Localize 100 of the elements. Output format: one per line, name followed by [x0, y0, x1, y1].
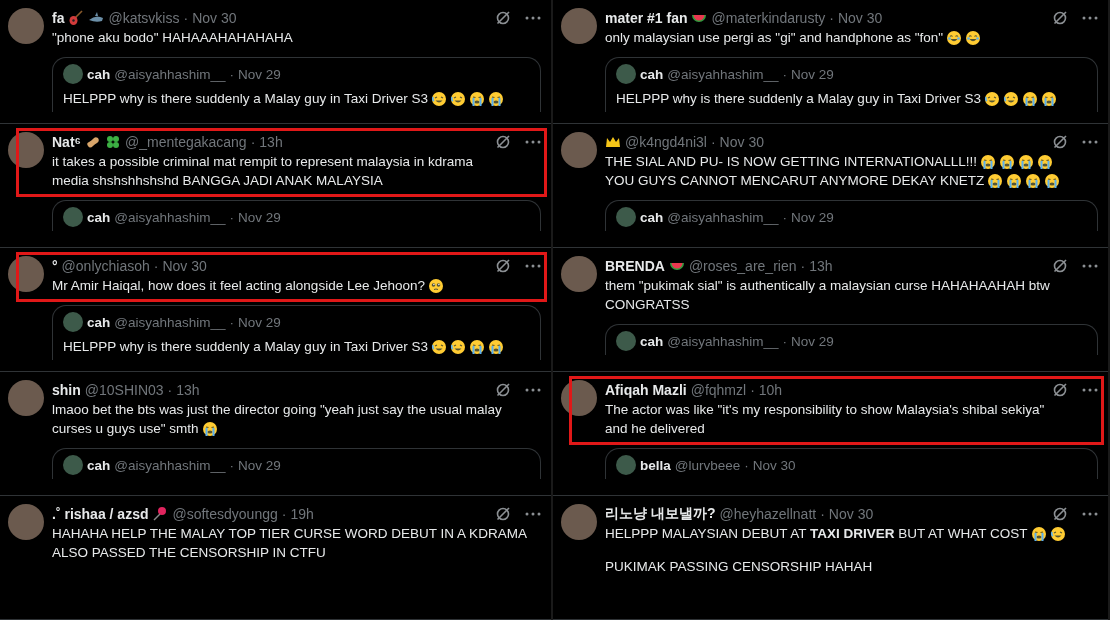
slashed-circle-icon[interactable] [495, 10, 511, 26]
display-name[interactable]: 리노냥 내보낼까? [605, 505, 716, 523]
separator-dot: · [744, 457, 749, 473]
quoted-post-card[interactable]: cah @aisyahhashim__ · Nov 29 HELPPP why is there suddenly a Malay guy in Taxi Driver S3 [52, 57, 541, 112]
avatar-photo[interactable] [8, 504, 44, 540]
slashed-circle-icon[interactable] [495, 134, 511, 150]
slashed-circle-icon[interactable] [1052, 506, 1068, 522]
more-icon[interactable] [525, 388, 541, 392]
post-time: Nov 29 [238, 457, 281, 473]
user-handle[interactable]: @materkindarusty [711, 10, 826, 26]
slashed-circle-icon[interactable] [495, 506, 511, 522]
separator-dot: · [167, 382, 173, 398]
post-time[interactable]: 13h [809, 258, 833, 274]
avatar-photo[interactable] [561, 256, 597, 292]
post-time[interactable]: Nov 30 [162, 258, 207, 274]
user-handle: @aisyahhashim__ [667, 209, 779, 225]
user-handle[interactable]: @katsvkiss [108, 10, 180, 26]
display-name[interactable]: ° [52, 258, 58, 274]
crying-face-icon [468, 338, 485, 355]
more-icon[interactable] [1082, 264, 1098, 268]
avatar-photo[interactable] [561, 8, 597, 44]
quoted-post-card[interactable]: cah @aisyahhashim__ · Nov 29 [52, 200, 541, 231]
display-name: cah [640, 333, 664, 349]
user-handle[interactable]: @10SHIN03 [84, 382, 164, 398]
quoted-post-card[interactable]: cah @aisyahhashim__ · Nov 29 [52, 448, 541, 479]
more-icon[interactable] [1082, 140, 1098, 144]
user-handle[interactable]: @softesdyoungg [172, 506, 278, 522]
crying-face-icon [1021, 90, 1038, 107]
laughing-face-icon [965, 29, 982, 46]
post-time[interactable]: Nov 30 [837, 10, 883, 26]
quoted-post-card[interactable]: cah @aisyahhashim__ · Nov 29 [605, 324, 1098, 355]
avatar-photo [616, 64, 636, 84]
more-icon[interactable] [525, 16, 541, 20]
crying-face-icon [1040, 90, 1057, 107]
separator-dot: · [800, 258, 806, 274]
crying-face-icon [987, 172, 1004, 189]
slashed-circle-icon[interactable] [495, 382, 511, 398]
pushpin-icon [152, 506, 169, 522]
quoted-post-card[interactable]: bella @lurvbeee · Nov 30 [605, 448, 1098, 479]
avatar-photo[interactable] [561, 132, 597, 168]
post-text: it takes a possible criminal mat rempit to represent malaysia in kdrama [52, 153, 473, 171]
separator-dot: · [281, 506, 287, 522]
post-time[interactable]: 13h [176, 382, 200, 398]
guitar-icon [68, 10, 85, 26]
display-name[interactable]: .˚ rishaa / azsd [52, 506, 149, 522]
crying-face-icon [1018, 153, 1035, 170]
display-name[interactable]: BRENDA [605, 258, 665, 274]
quoted-post-card[interactable]: cah @aisyahhashim__ · Nov 29 HELPPP why is there suddenly a Malay guy in Taxi Driver S3 [52, 305, 541, 360]
crying-face-icon [1030, 525, 1047, 542]
display-name[interactable]: Nat⁶ [52, 134, 81, 150]
more-icon[interactable] [525, 512, 541, 516]
slashed-circle-icon[interactable] [495, 258, 511, 274]
post-text: The actor was like "it's my responsibility to show Malaysia's shibal sekiya" [605, 401, 1045, 419]
more-icon[interactable] [525, 140, 541, 144]
post-time[interactable]: 19h [290, 506, 314, 522]
laughing-face-icon [449, 338, 466, 355]
more-icon[interactable] [1082, 388, 1098, 392]
display-name[interactable]: mater #1 fan [605, 10, 688, 26]
more-icon[interactable] [525, 264, 541, 268]
avatar-photo [616, 207, 636, 227]
avatar-photo[interactable] [8, 380, 44, 416]
user-handle: @aisyahhashim__ [114, 66, 226, 82]
post-text: THE SIAL AND PU- IS NOW GETTING INTERNATIONALLL!!! [605, 153, 978, 171]
display-name[interactable]: shin [52, 382, 81, 398]
slashed-circle-icon[interactable] [1052, 382, 1068, 398]
crying-face-icon [999, 153, 1016, 170]
separator-dot: · [782, 66, 788, 82]
avatar-photo[interactable] [561, 504, 597, 540]
post-time: Nov 30 [752, 457, 796, 473]
post-time[interactable]: Nov 30 [719, 134, 764, 150]
separator-dot: · [250, 134, 256, 150]
user-handle[interactable]: @heyhazellnatt [719, 506, 817, 522]
slashed-circle-icon[interactable] [1052, 258, 1068, 274]
post-time[interactable]: Nov 30 [192, 10, 237, 26]
slashed-circle-icon[interactable] [1052, 134, 1068, 150]
quoted-post-card[interactable]: cah @aisyahhashim__ · Nov 29 [605, 200, 1098, 231]
user-handle[interactable]: @fqhmzl [690, 382, 747, 398]
slashed-circle-icon[interactable] [1052, 10, 1068, 26]
user-handle[interactable]: @k4ngd4ni3l [625, 134, 707, 150]
user-handle[interactable]: @onlychiasoh [61, 258, 150, 274]
more-icon[interactable] [1082, 512, 1098, 516]
laughing-face-icon [449, 90, 466, 107]
post-time[interactable]: Nov 30 [828, 506, 874, 522]
display-name[interactable]: fa [52, 10, 65, 26]
more-icon[interactable] [1082, 16, 1098, 20]
post-time[interactable]: 13h [259, 134, 283, 150]
avatar-photo [616, 331, 636, 351]
display-name: cah [87, 209, 111, 225]
user-handle[interactable]: @roses_are_rien [688, 258, 797, 274]
quoted-post-card[interactable]: cah @aisyahhashim__ · Nov 29 HELPPP why is there suddenly a Malay guy in Taxi Driver S3 [605, 57, 1098, 112]
post-time: Nov 29 [791, 209, 834, 225]
laughing-face-icon [430, 90, 447, 107]
user-handle: @aisyahhashim__ [114, 314, 226, 330]
display-name[interactable]: Afiqah Mazli [605, 382, 687, 398]
display-name: cah [87, 457, 111, 473]
post-time[interactable]: 10h [758, 382, 783, 398]
avatar-photo[interactable] [8, 8, 44, 44]
crying-face-icon [487, 338, 504, 355]
user-handle[interactable]: @_mentegakacang [125, 134, 247, 150]
post-text: CONGRATSS [605, 296, 690, 314]
